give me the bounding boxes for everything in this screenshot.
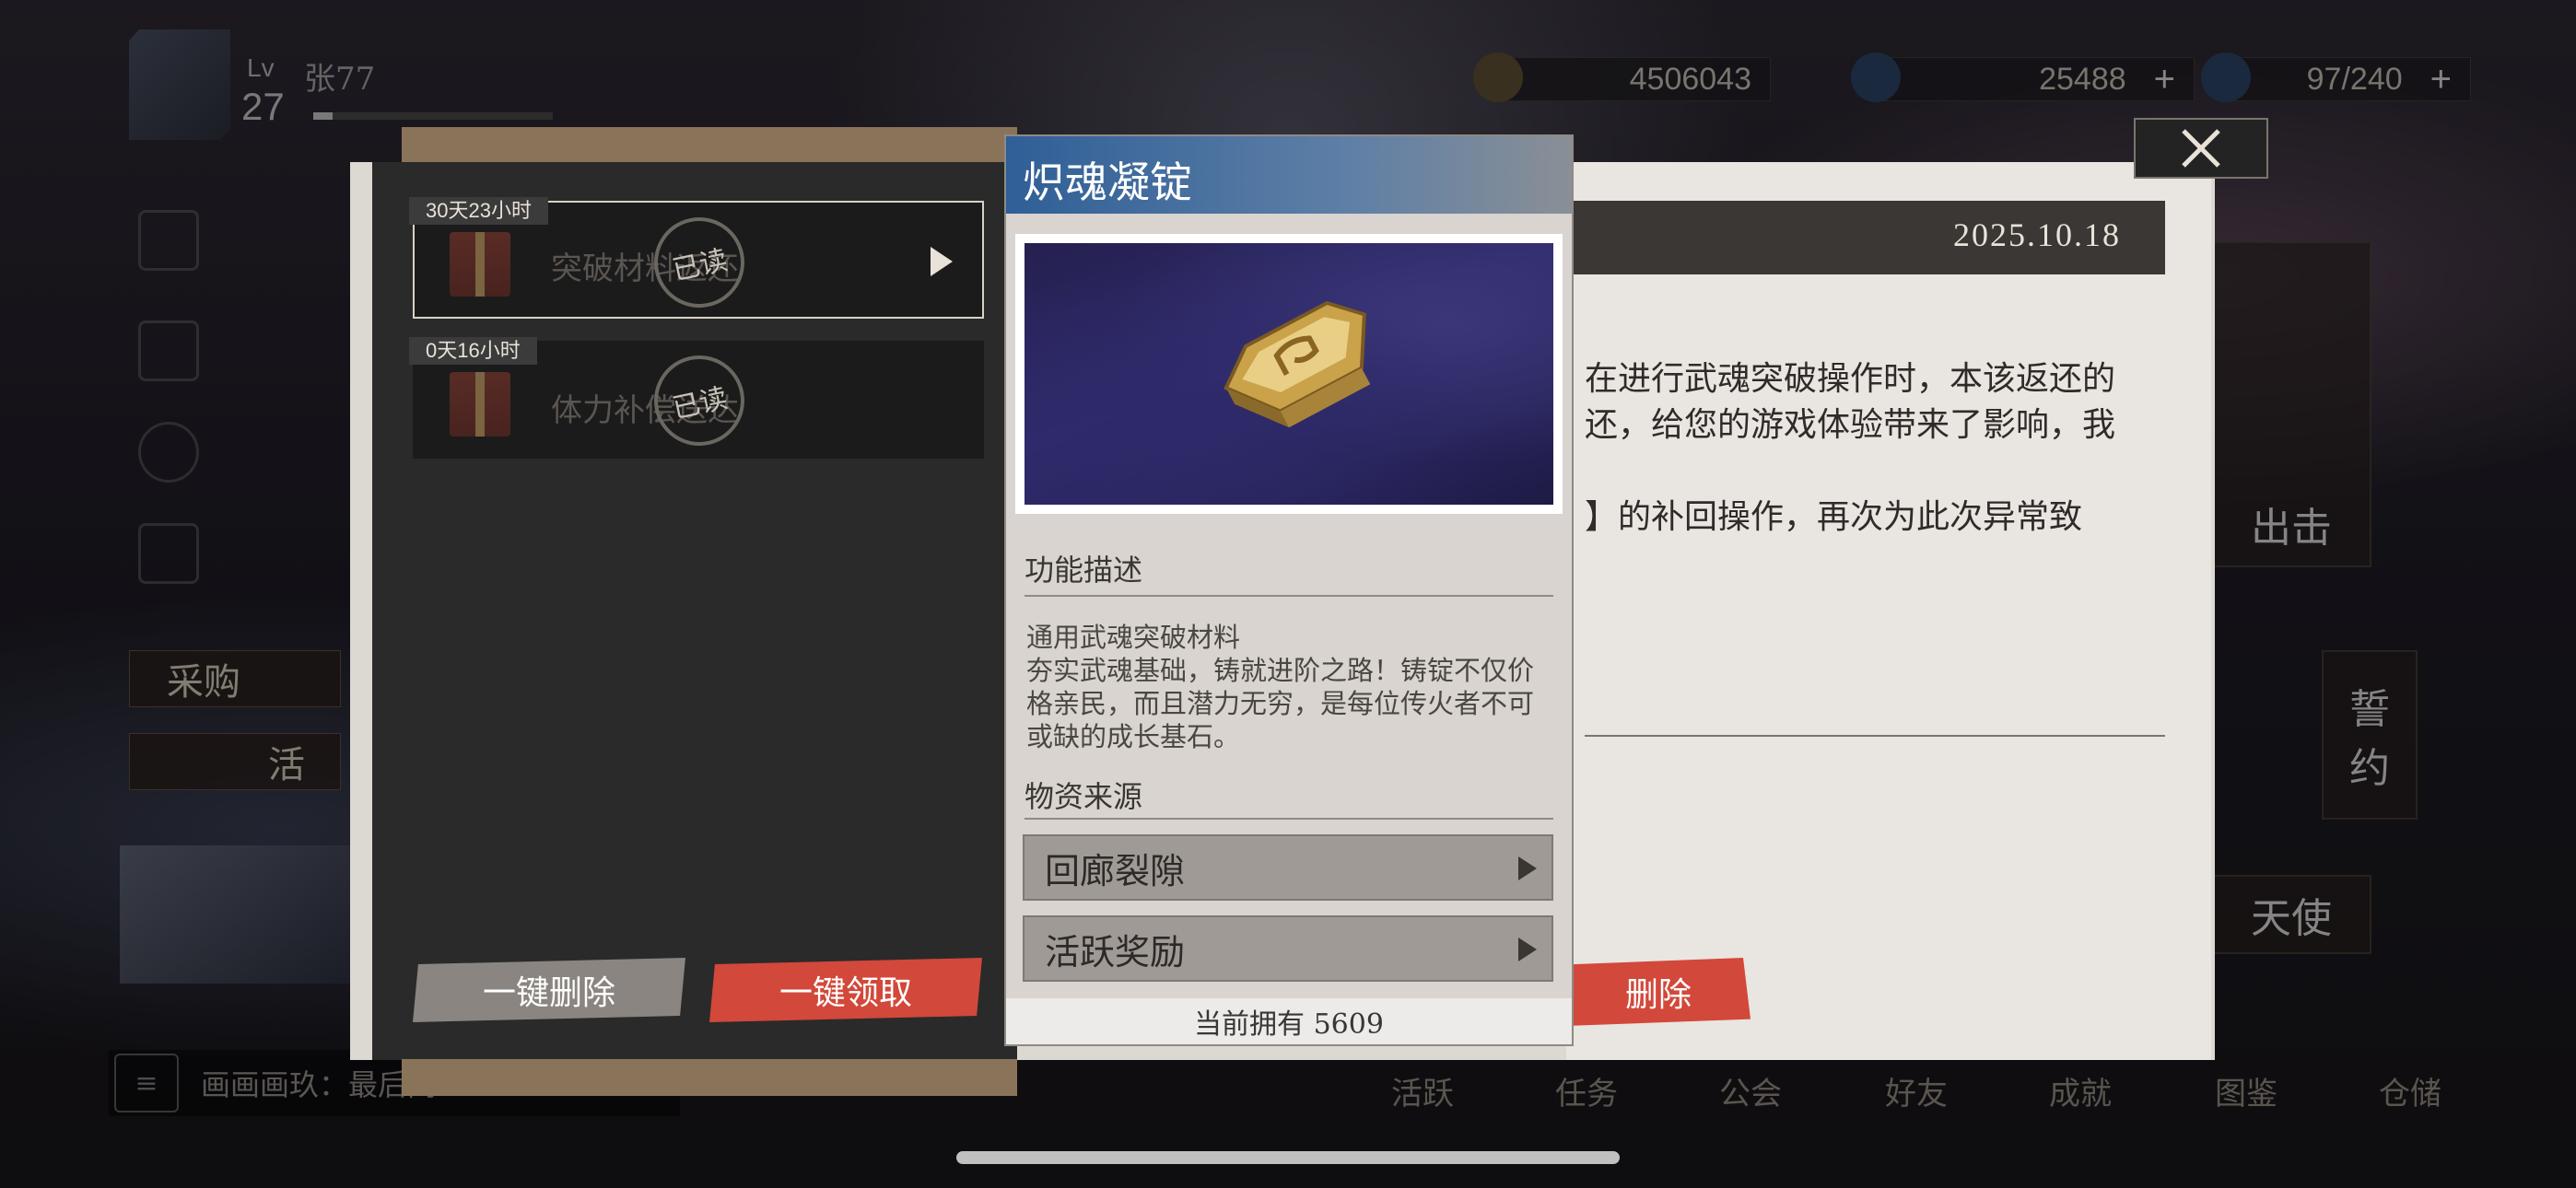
- item-tooltip: 炽魂凝锭 功能描述 通用武魂突破材料 夯实武魂基础，铸就进阶之路！铸锭不仅价格亲…: [1004, 134, 1574, 1046]
- source-corridor-rift-button[interactable]: 回廊裂隙: [1023, 834, 1553, 901]
- mail-body-line: 在进行武魂突破操作时，本该返还的: [1585, 360, 2116, 398]
- mail-divider: [1585, 735, 2165, 737]
- chevron-right-icon: [1518, 856, 1537, 880]
- mail-list-frame-top: [402, 127, 1017, 164]
- mail-expiry-tag: 0天16小时: [409, 337, 537, 365]
- item-name: 炽魂凝锭: [1023, 157, 1192, 207]
- owned-count: 当前拥有 5609: [1006, 998, 1572, 1044]
- source-title: 物资来源: [1025, 779, 1143, 814]
- source-label: 活跃奖励: [1045, 931, 1186, 973]
- ingot-icon: [1224, 300, 1371, 428]
- play-arrow-icon[interactable]: [931, 247, 953, 276]
- gift-icon: [450, 232, 510, 297]
- item-description: 夯实武魂基础，铸就进阶之路！铸锭不仅价格亲民，而且潜力无穷，是每位传火者不可或缺…: [1026, 655, 1535, 752]
- delete-all-button[interactable]: 一键删除: [413, 958, 685, 1022]
- claim-all-button[interactable]: 一键领取: [709, 958, 982, 1022]
- gift-icon: [450, 372, 510, 437]
- mail-body-line: 还，给您的游戏体验带来了影响，我: [1585, 406, 2116, 444]
- section-divider: [1025, 595, 1553, 597]
- home-indicator[interactable]: [956, 1151, 1620, 1164]
- mail-list-frame-bottom: [402, 1059, 1017, 1096]
- section-divider: [1025, 818, 1553, 820]
- item-tooltip-header: 炽魂凝锭: [1006, 136, 1572, 214]
- delete-mail-button[interactable]: 删除: [1566, 958, 1751, 1026]
- claim-all-label: 一键领取: [779, 974, 912, 1012]
- close-icon: [2182, 129, 2220, 168]
- mail-content: [1566, 162, 2211, 1060]
- close-button[interactable]: [2134, 118, 2268, 179]
- chevron-right-icon: [1518, 938, 1537, 961]
- source-label: 回廊裂隙: [1045, 850, 1186, 891]
- delete-all-label: 一键删除: [482, 974, 615, 1012]
- mail-body-line: 】的补回操作，再次为此次异常致: [1585, 498, 2083, 536]
- item-image: [1025, 243, 1553, 505]
- source-activity-reward-button[interactable]: 活跃奖励: [1023, 915, 1553, 982]
- item-type: 通用武魂突破材料: [1026, 622, 1241, 653]
- owned-label: 当前拥有 5609: [1194, 1008, 1384, 1041]
- item-image-frame: [1015, 234, 1563, 514]
- mail-expiry-tag: 30天23小时: [409, 197, 548, 225]
- function-desc-title: 功能描述: [1025, 553, 1143, 588]
- mail-date: 2025.10.18: [1953, 216, 2121, 253]
- delete-label: 删除: [1624, 976, 1692, 1014]
